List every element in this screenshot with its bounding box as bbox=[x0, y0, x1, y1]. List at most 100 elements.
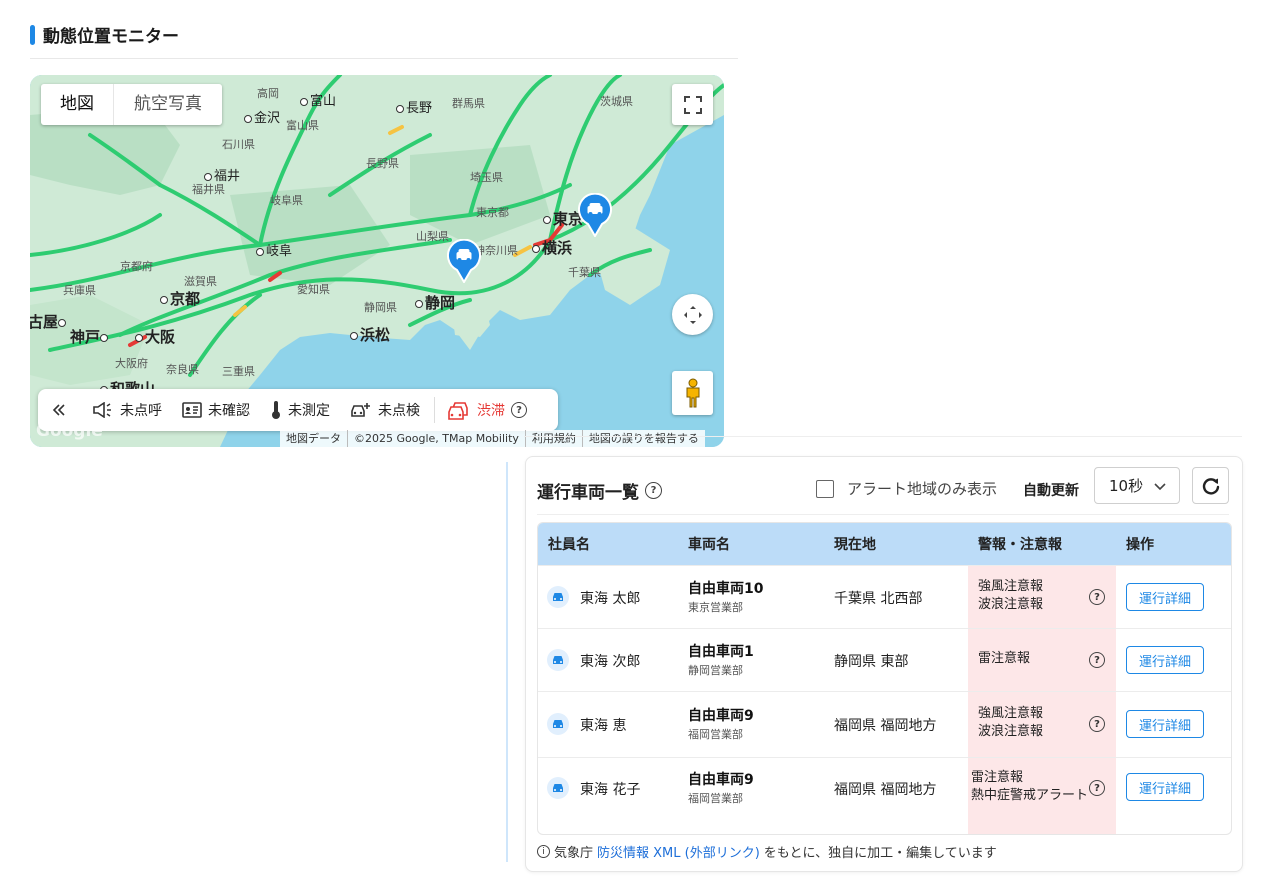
attribution-terms-link[interactable]: 利用規約 bbox=[526, 430, 583, 447]
auto-refresh-label: 自動更新 bbox=[1023, 483, 1079, 499]
map-label: 富山県 bbox=[286, 119, 319, 132]
table-row[interactable]: 東海 花子 自由車両9 福岡営業部 福岡県 福岡地方 雷注意報 熱中症警戒アラー… bbox=[538, 757, 1231, 834]
map-label: 富山 bbox=[300, 90, 336, 109]
legend-label: 渋滞 bbox=[477, 403, 505, 419]
map-type-map-button[interactable]: 地図 bbox=[41, 84, 114, 125]
attribution-report-link[interactable]: 地図の誤りを報告する bbox=[583, 430, 705, 447]
table-row[interactable]: 東海 次郎 自由車両1 静岡営業部 静岡県 東部 雷注意報 ? 運行詳細 bbox=[538, 628, 1231, 691]
location: 福岡県 福岡地方 bbox=[834, 782, 937, 798]
column-header[interactable]: 現在地 bbox=[834, 534, 876, 554]
panel-divider bbox=[537, 514, 1229, 515]
map-view[interactable]: 高岡 富山 長野 群馬県 茨城県 金沢 富山県 石川県 長野県 福井 福井県 埼… bbox=[30, 75, 724, 447]
fullscreen-button[interactable] bbox=[672, 84, 713, 125]
google-logo: Google bbox=[36, 421, 103, 441]
map-type-satellite-button[interactable]: 航空写真 bbox=[114, 84, 222, 125]
section-divider bbox=[524, 436, 1242, 437]
refresh-interval-select[interactable]: 10秒 bbox=[1094, 467, 1180, 504]
help-icon[interactable]: ? bbox=[1089, 780, 1105, 796]
legend-item-not-measured: 未測定 bbox=[270, 400, 330, 420]
trip-detail-button[interactable]: 運行詳細 bbox=[1126, 646, 1204, 674]
legend-item-not-inspected: 未点検 bbox=[350, 400, 420, 420]
table-row[interactable]: 東海 太郎 自由車両10 東京営業部 千葉県 北西部 強風注意報 波浪注意報 ?… bbox=[538, 565, 1231, 628]
help-icon[interactable]: ? bbox=[1089, 589, 1105, 605]
table-header: 社員名 車両名 現在地 警報・注意報 操作 bbox=[538, 523, 1231, 565]
pan-arrows-icon bbox=[683, 305, 702, 324]
alert-only-toggle[interactable]: アラート地域のみ表示 bbox=[816, 478, 997, 499]
column-header[interactable]: 車両名 bbox=[688, 534, 730, 554]
warning-item: 波浪注意報 bbox=[978, 724, 1044, 739]
employee-name: 東海 太郎 bbox=[580, 591, 641, 607]
table-row[interactable]: 東海 恵 自由車両9 福岡営業部 福岡県 福岡地方 強風注意報 波浪注意報 ? … bbox=[538, 691, 1231, 757]
vehicle-name: 自由車両1 bbox=[688, 644, 754, 660]
double-chevron-left-icon bbox=[52, 404, 65, 416]
info-icon: i bbox=[537, 845, 550, 858]
page-header: 動態位置モニター bbox=[30, 22, 179, 47]
chevron-down-icon bbox=[1154, 483, 1166, 491]
street-view-button[interactable] bbox=[672, 371, 713, 415]
refresh-interval-value: 10秒 bbox=[1109, 477, 1144, 495]
vehicle-pin[interactable] bbox=[447, 239, 481, 283]
map-label: 静岡県 bbox=[364, 301, 397, 314]
help-icon[interactable]: ? bbox=[511, 402, 527, 418]
car-icon bbox=[547, 649, 569, 671]
legend-label: 未点呼 bbox=[120, 403, 162, 419]
map-label: 群馬県 bbox=[452, 97, 485, 110]
car-icon bbox=[547, 586, 569, 608]
location: 静岡県 東部 bbox=[834, 654, 909, 670]
help-icon[interactable]: ? bbox=[1089, 652, 1105, 668]
pegman-icon bbox=[686, 378, 699, 408]
vehicle-name: 自由車両9 bbox=[688, 708, 754, 724]
warning-list: 強風注意報 波浪注意報 bbox=[978, 578, 1043, 614]
megaphone-icon bbox=[93, 402, 111, 418]
legend-item-not-rollcalled: 未点呼 bbox=[92, 400, 162, 420]
alert-only-label: アラート地域のみ表示 bbox=[847, 480, 998, 498]
map-label: 滋賀県 bbox=[184, 275, 217, 288]
vehicle-office: 東京営業部 bbox=[688, 601, 743, 614]
vehicle-cell: 自由車両1 静岡営業部 bbox=[688, 641, 754, 678]
map-label: 東京 bbox=[543, 208, 583, 229]
map-label: 大阪 bbox=[135, 326, 175, 347]
vehicle-cell: 自由車両9 福岡営業部 bbox=[688, 769, 754, 806]
map-label: 長野県 bbox=[366, 157, 399, 170]
attribution-map-data[interactable]: 地図データ bbox=[280, 430, 348, 447]
help-icon[interactable]: ? bbox=[1089, 716, 1105, 732]
vehicle-list-panel: 運行車両一覧 ? アラート地域のみ表示 自動更新 10秒 社員名 車両名 現在地… bbox=[525, 456, 1243, 872]
refresh-icon bbox=[1202, 477, 1219, 495]
trip-detail-button[interactable]: 運行詳細 bbox=[1126, 583, 1204, 611]
map-label: 茨城県 bbox=[600, 95, 633, 108]
map-type-control: 地図 航空写真 bbox=[41, 84, 222, 125]
camera-control-button[interactable] bbox=[672, 294, 713, 335]
refresh-button[interactable] bbox=[1192, 467, 1229, 504]
help-icon[interactable]: ? bbox=[645, 482, 662, 499]
legend-item-not-confirmed: 未確認 bbox=[182, 400, 250, 420]
alert-only-checkbox[interactable] bbox=[816, 479, 834, 498]
column-header[interactable]: 社員名 bbox=[548, 534, 590, 554]
car-icon bbox=[547, 713, 569, 735]
map-label: 京都 bbox=[160, 288, 200, 309]
map-label: 岐阜 bbox=[256, 240, 292, 259]
map-label: 金沢 bbox=[244, 107, 280, 126]
warning-item: 強風注意報 bbox=[978, 706, 1044, 721]
column-header[interactable]: 警報・注意報 bbox=[978, 534, 1062, 554]
column-header: 操作 bbox=[1126, 537, 1154, 553]
page-title: 動態位置モニター bbox=[43, 27, 179, 47]
title-accent-bar bbox=[30, 24, 35, 45]
trip-detail-button[interactable]: 運行詳細 bbox=[1126, 773, 1204, 801]
car-icon bbox=[547, 777, 569, 799]
vehicle-office: 福岡営業部 bbox=[688, 728, 743, 741]
panel-side-line bbox=[506, 462, 508, 862]
footnote-prefix: 気象庁 bbox=[554, 846, 594, 861]
legend-divider bbox=[434, 397, 435, 423]
vehicle-cell: 自由車両9 福岡営業部 bbox=[688, 705, 754, 742]
map-attribution: 地図データ ©2025 Google, TMap Mobility 利用規約 地… bbox=[280, 430, 705, 447]
warning-item: 強風注意報 bbox=[978, 579, 1044, 594]
map-label: 高岡 bbox=[257, 87, 279, 100]
vehicle-pin[interactable] bbox=[578, 193, 612, 237]
trip-detail-button[interactable]: 運行詳細 bbox=[1126, 710, 1204, 738]
collapse-legend-button[interactable] bbox=[52, 403, 72, 417]
footnote-suffix: をもとに、独自に加工・編集しています bbox=[763, 846, 997, 861]
attribution-copyright: ©2025 Google, TMap Mobility bbox=[348, 430, 526, 447]
map-label: 愛知県 bbox=[297, 283, 330, 296]
map-label: 山梨県 bbox=[416, 230, 449, 243]
jma-xml-external-link[interactable]: 防災情報 XML (外部リンク) bbox=[597, 842, 760, 861]
